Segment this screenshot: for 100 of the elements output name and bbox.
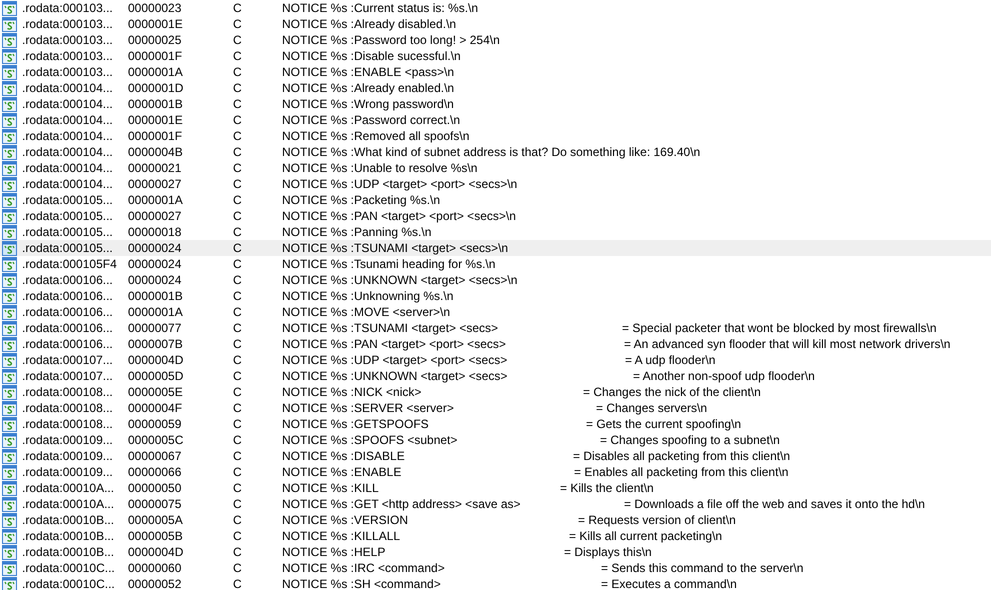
type-cell-text: C — [233, 480, 243, 496]
string-row[interactable]: .rodata:000108... 0000005E C NOTICE %s :NICK <nick> = Changes the nick of the client\n — [0, 384, 991, 400]
string-row[interactable]: .rodata:00010A... 00000075 C NOTICE %s :GET <http address> <save as> = Downloads a file off the web and saves it onto the hd\n — [0, 496, 991, 512]
string-icon — [2, 112, 17, 128]
string-icon — [2, 224, 17, 240]
string-icon — [2, 288, 17, 304]
string-row[interactable]: .rodata:00010B... 0000005B C NOTICE %s :KILLALL = Kills all current packeting\n — [0, 528, 991, 544]
string-text: NOTICE %s :Disable sucessful.\n — [282, 48, 462, 64]
string-row[interactable]: .rodata:000106... 0000001B C NOTICE %s :Unknowning %s.\n — [0, 288, 991, 304]
string-text: NOTICE %s :Tsunami heading for %s.\n — [282, 256, 496, 272]
length-cell-text: 0000001A — [128, 64, 184, 80]
string-row[interactable]: .rodata:00010C... 00000060 C NOTICE %s :IRC <command> = Sends this command to the server\n — [0, 560, 991, 576]
string-row[interactable]: .rodata:000105... 0000001A C NOTICE %s :Packeting %s.\n — [0, 192, 991, 208]
string-icon — [2, 368, 17, 384]
type-cell-text: C — [233, 0, 243, 16]
string-row[interactable]: .rodata:000103... 0000001F C NOTICE %s :Disable sucessful.\n — [0, 48, 991, 64]
type-cell-text: C — [233, 32, 243, 48]
string-row[interactable]: .rodata:000109... 00000067 C NOTICE %s :DISABLE = Disables all packeting from this client\n — [0, 448, 991, 464]
type-cell-text: C — [233, 256, 243, 272]
string-icon — [2, 256, 17, 272]
address-cell-text: .rodata:000104... — [22, 96, 114, 112]
address-cell-text: .rodata:000108... — [22, 400, 114, 416]
string-text: NOTICE %s :Panning %s.\n — [282, 224, 432, 240]
string-row[interactable]: .rodata:000104... 0000001D C NOTICE %s :Already enabled.\n — [0, 80, 991, 96]
string-row[interactable]: .rodata:000109... 00000066 C NOTICE %s :ENABLE = Enables all packeting from this client\n — [0, 464, 991, 480]
string-row[interactable]: .rodata:000103... 00000023 C NOTICE %s :Current status is: %s.\n — [0, 0, 991, 16]
address-cell-text: .rodata:000109... — [22, 432, 114, 448]
length-cell-text: 0000005D — [128, 368, 184, 384]
length-cell-text: 0000004D — [128, 352, 184, 368]
type-cell-text: C — [233, 80, 243, 96]
string-row[interactable]: .rodata:000104... 0000004B C NOTICE %s :What kind of subnet address is that? Do something like: 169.40\n — [0, 144, 991, 160]
string-row[interactable]: .rodata:000103... 0000001E C NOTICE %s :Already disabled.\n — [0, 16, 991, 32]
string-icon — [2, 240, 17, 256]
string-row[interactable]: .rodata:000103... 0000001A C NOTICE %s :ENABLE <pass>\n — [0, 64, 991, 80]
string-row[interactable]: .rodata:000108... 0000004F C NOTICE %s :SERVER <server> = Changes servers\n — [0, 400, 991, 416]
string-description: = Changes servers\n — [596, 400, 708, 416]
address-cell-text: .rodata:000103... — [22, 16, 114, 32]
length-cell-text: 0000001D — [128, 80, 184, 96]
string-row[interactable]: .rodata:00010B... 0000004D C NOTICE %s :HELP = Displays this\n — [0, 544, 991, 560]
string-row[interactable]: .rodata:000103... 00000025 C NOTICE %s :Password too long! > 254\n — [0, 32, 991, 48]
string-icon — [2, 128, 17, 144]
string-row[interactable]: .rodata:000104... 00000027 C NOTICE %s :UDP <target> <port> <secs>\n — [0, 176, 991, 192]
address-cell-text: .rodata:000106... — [22, 336, 114, 352]
string-text: NOTICE %s :UDP <target> <port> <secs> — [282, 352, 508, 368]
string-row[interactable]: .rodata:00010C... 00000052 C NOTICE %s :SH <command> = Executes a command\n — [0, 576, 991, 590]
string-row[interactable]: .rodata:000109... 0000005C C NOTICE %s :SPOOFS <subnet> = Changes spoofing to a subnet\n — [0, 432, 991, 448]
string-row[interactable]: .rodata:000105... 00000018 C NOTICE %s :Panning %s.\n — [0, 224, 991, 240]
string-row[interactable]: .rodata:00010B... 0000005A C NOTICE %s :VERSION = Requests version of client\n — [0, 512, 991, 528]
length-cell-text: 0000004B — [128, 144, 184, 160]
type-cell-text: C — [233, 160, 243, 176]
address-cell-text: .rodata:00010A... — [22, 480, 116, 496]
string-text: NOTICE %s :PAN <target> <port> <secs>\n — [282, 208, 517, 224]
length-cell-text: 00000018 — [128, 224, 182, 240]
string-icon — [2, 272, 17, 288]
address-cell-text: .rodata:000107... — [22, 352, 114, 368]
string-text: NOTICE %s :SERVER <server> — [282, 400, 455, 416]
length-cell-text: 0000007B — [128, 336, 184, 352]
string-row[interactable]: .rodata:000105... 00000024 C NOTICE %s :TSUNAMI <target> <secs>\n — [0, 240, 991, 256]
string-icon — [2, 480, 17, 496]
string-row[interactable]: .rodata:000106... 00000077 C NOTICE %s :TSUNAMI <target> <secs> = Special packeter that wont be blocked by most firewalls\n — [0, 320, 991, 336]
string-row[interactable]: .rodata:000106... 00000024 C NOTICE %s :UNKNOWN <target> <secs>\n — [0, 272, 991, 288]
address-cell-text: .rodata:000106... — [22, 272, 114, 288]
address-cell-text: .rodata:00010B... — [22, 544, 116, 560]
address-cell-text: .rodata:000104... — [22, 160, 114, 176]
string-icon — [2, 176, 17, 192]
string-icon — [2, 336, 17, 352]
string-text: NOTICE %s :TSUNAMI <target> <secs> — [282, 320, 500, 336]
string-text: NOTICE %s :VERSION — [282, 512, 410, 528]
length-cell-text: 00000024 — [128, 272, 182, 288]
address-cell-text: .rodata:00010C... — [22, 576, 116, 590]
length-cell-text: 00000024 — [128, 256, 182, 272]
string-text: NOTICE %s :Already enabled.\n — [282, 80, 456, 96]
string-row[interactable]: .rodata:000104... 0000001F C NOTICE %s :Removed all spoofs\n — [0, 128, 991, 144]
string-row[interactable]: .rodata:000106... 0000007B C NOTICE %s :PAN <target> <port> <secs> = An advanced syn flooder that will kill most network drivers\n — [0, 336, 991, 352]
string-text: NOTICE %s :KILL — [282, 480, 380, 496]
string-row[interactable]: .rodata:000105... 00000027 C NOTICE %s :PAN <target> <port> <secs>\n — [0, 208, 991, 224]
length-cell-text: 00000060 — [128, 560, 182, 576]
string-row[interactable]: .rodata:000105F4 00000024 C NOTICE %s :Tsunami heading for %s.\n — [0, 256, 991, 272]
type-cell-text: C — [233, 128, 243, 144]
string-row[interactable]: .rodata:000104... 00000021 C NOTICE %s :Unable to resolve %s\n — [0, 160, 991, 176]
string-row[interactable]: .rodata:000104... 0000001E C NOTICE %s :Password correct.\n — [0, 112, 991, 128]
string-row[interactable]: .rodata:000107... 0000005D C NOTICE %s :UNKNOWN <target> <secs> = Another non-spoof udp flooder\n — [0, 368, 991, 384]
string-description: = An advanced syn flooder that will kill most network drivers\n — [624, 336, 952, 352]
type-cell-text: C — [233, 48, 243, 64]
address-cell-text: .rodata:000103... — [22, 32, 114, 48]
string-text: NOTICE %s :ENABLE — [282, 464, 402, 480]
string-row[interactable]: .rodata:000104... 0000001B C NOTICE %s :Wrong password\n — [0, 96, 991, 112]
address-cell-text: .rodata:000104... — [22, 80, 114, 96]
string-description: = Changes the nick of the client\n — [583, 384, 762, 400]
string-row[interactable]: .rodata:000108... 00000059 C NOTICE %s :GETSPOOFS = Gets the current spoofing\n — [0, 416, 991, 432]
string-description: = A udp flooder\n — [625, 352, 716, 368]
type-cell-text: C — [233, 240, 243, 256]
string-row[interactable]: .rodata:000107... 0000004D C NOTICE %s :UDP <target> <port> <secs> = A udp flooder\n — [0, 352, 991, 368]
type-cell-text: C — [233, 352, 243, 368]
type-cell-text: C — [233, 224, 243, 240]
string-text: NOTICE %s :UNKNOWN <target> <secs>\n — [282, 272, 518, 288]
address-cell-text: .rodata:00010A... — [22, 496, 116, 512]
string-row[interactable]: .rodata:00010A... 00000050 C NOTICE %s :KILL = Kills the client\n — [0, 480, 991, 496]
string-row[interactable]: .rodata:000106... 0000001A C NOTICE %s :MOVE <server>\n — [0, 304, 991, 320]
type-cell-text: C — [233, 336, 243, 352]
